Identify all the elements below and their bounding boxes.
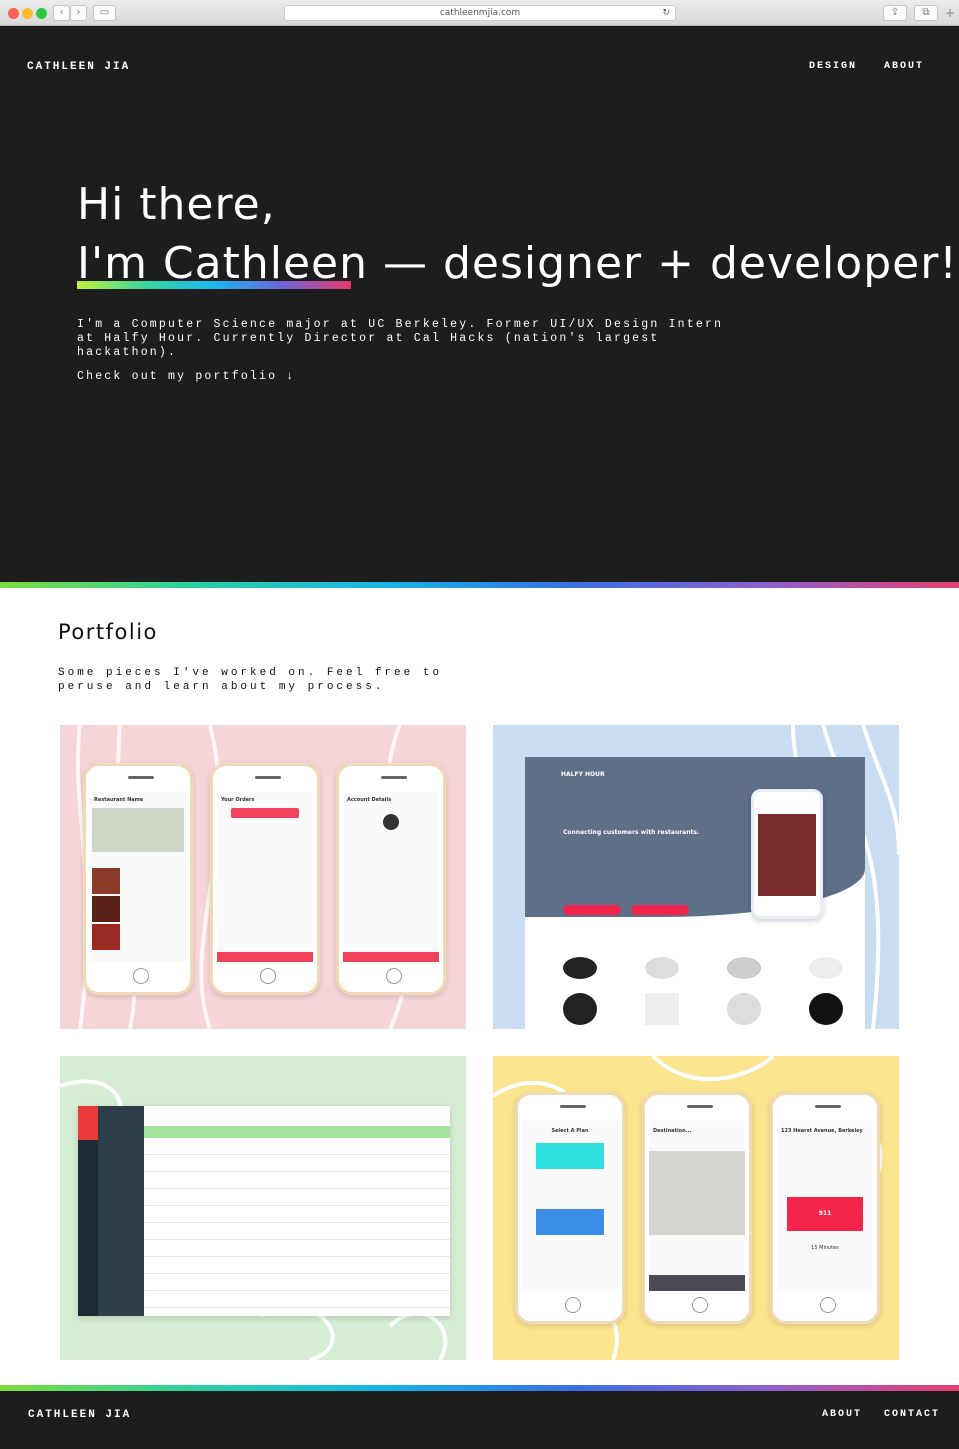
- forward-icon[interactable]: ›: [70, 5, 87, 21]
- hero-name: I'm Cathleen: [77, 238, 368, 289]
- mock-brand: HALFY HOUR: [561, 771, 605, 778]
- footer-contact[interactable]: CONTACT: [884, 1409, 940, 1420]
- dashboard-mock: [78, 1106, 450, 1316]
- share-icon[interactable]: ⇪: [883, 5, 907, 21]
- sidebar-icon[interactable]: ▭: [93, 5, 116, 21]
- portfolio-link[interactable]: Check out my portfolio ↓: [77, 370, 295, 383]
- portfolio-title: Portfolio: [58, 620, 158, 644]
- phone-destination: Destination...: [642, 1092, 752, 1324]
- nav-about[interactable]: ABOUT: [884, 61, 924, 72]
- project-tile-drone-app[interactable]: Select A Plan Destination... 123 Hearst …: [493, 1056, 899, 1360]
- phone-emergency: 123 Hearst Avenue, Berkeley 911 15 Minut…: [770, 1092, 880, 1324]
- project-tile-dashboard[interactable]: [60, 1056, 466, 1360]
- screen-title: 123 Hearst Avenue, Berkeley: [781, 1128, 863, 1134]
- mock-headline: Connecting customers with restaurants.: [563, 829, 700, 836]
- screen-title: Destination...: [653, 1128, 692, 1134]
- mock-eta: 15 Minutes: [811, 1245, 839, 1251]
- hero-role: — designer + developer!: [368, 238, 958, 289]
- website-mock: HALFY HOUR Connecting customers with res…: [525, 757, 865, 1029]
- phone-plan: Select A Plan: [515, 1092, 625, 1324]
- close-window-icon[interactable]: [8, 8, 19, 19]
- minimize-window-icon[interactable]: [22, 8, 33, 19]
- hero-intro: I'm a Computer Science major at UC Berke…: [77, 318, 724, 359]
- project-tile-restaurant-app[interactable]: Restaurant Name Your Orders Account Deta…: [60, 725, 466, 1029]
- nav-design[interactable]: DESIGN: [809, 61, 857, 72]
- hero-greeting: Hi there,: [77, 179, 276, 230]
- site-brand[interactable]: CATHLEEN JIA: [27, 61, 130, 73]
- url-text: cathleenmjia.com: [439, 8, 521, 18]
- address-bar[interactable]: cathleenmjia.com ↻: [284, 5, 676, 21]
- footer-brand[interactable]: CATHLEEN JIA: [28, 1409, 131, 1421]
- portfolio-description: Some pieces I've worked on. Feel free to…: [58, 667, 443, 693]
- hero-section: CATHLEEN JIA DESIGN ABOUT Hi there, I'm …: [0, 26, 959, 582]
- hero-headline: I'm Cathleen — designer + developer!: [77, 238, 958, 289]
- maximize-window-icon[interactable]: [36, 8, 47, 19]
- screen-title: Restaurant Name: [94, 797, 144, 803]
- phone-account: Account Details: [336, 763, 446, 995]
- screen-title: Select A Plan: [551, 1128, 589, 1134]
- back-icon[interactable]: ‹: [53, 5, 70, 21]
- footer-about[interactable]: ABOUT: [822, 1409, 862, 1420]
- screen-title: Your Orders: [221, 797, 255, 803]
- phone-restaurant: Restaurant Name: [83, 763, 193, 995]
- screen-title: Account Details: [347, 797, 392, 803]
- footer: CATHLEEN JIA ABOUT CONTACT: [0, 1391, 959, 1449]
- tabs-icon[interactable]: ⧉: [914, 5, 938, 21]
- project-tile-halfy-hour[interactable]: HALFY HOUR Connecting customers with res…: [493, 725, 899, 1029]
- rainbow-divider: [0, 582, 959, 588]
- reload-icon[interactable]: ↻: [662, 6, 670, 20]
- browser-toolbar: ‹ › ▭ cathleenmjia.com ↻ ⇪ ⧉ +: [0, 0, 959, 26]
- new-tab-icon[interactable]: +: [945, 6, 955, 20]
- phone-orders: Your Orders: [210, 763, 320, 995]
- mock-911-button: 911: [787, 1197, 863, 1231]
